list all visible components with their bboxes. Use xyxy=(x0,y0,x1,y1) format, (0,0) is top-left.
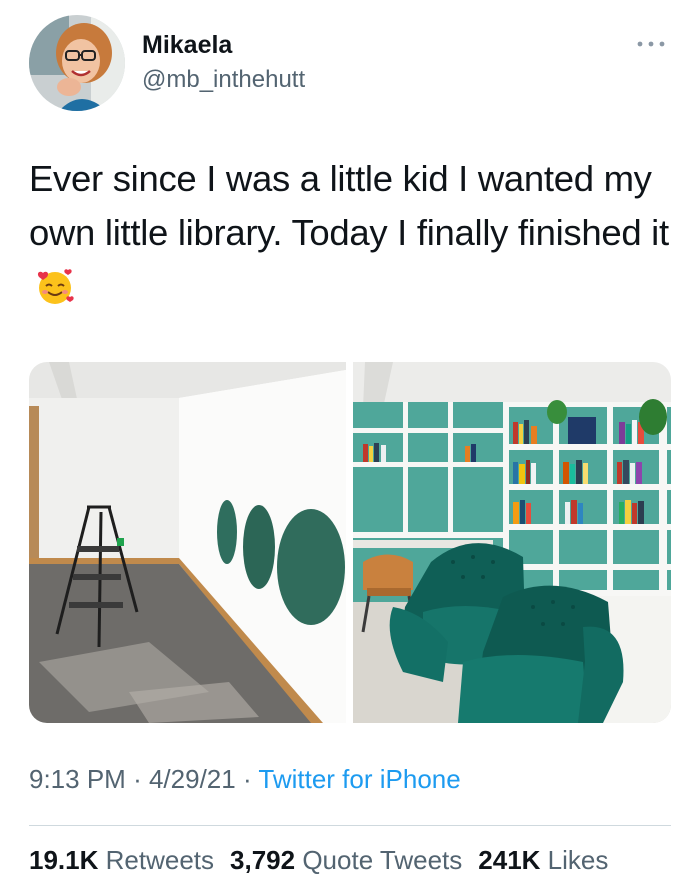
tweet-text: Ever since I was a little kid I wanted m… xyxy=(29,152,669,314)
retweets-label: Retweets xyxy=(105,845,215,875)
tweet-date[interactable]: 4/29/21 xyxy=(149,764,236,794)
smiling-face-with-hearts-icon xyxy=(35,267,75,307)
avatar-image xyxy=(29,15,125,111)
likes-label: Likes xyxy=(547,845,609,875)
more-options-icon[interactable] xyxy=(636,36,666,52)
meta-separator: · xyxy=(242,764,252,794)
retweets-count: 19.1K xyxy=(29,845,99,875)
tweet-stats: 19.1K Retweets 3,792 Quote Tweets 241K L… xyxy=(29,845,608,876)
quote-tweets-stat[interactable]: 3,792 Quote Tweets xyxy=(230,845,462,876)
tweet-meta: 9:13 PM · 4/29/21 · Twitter for iPhone xyxy=(29,764,461,795)
tweet-time[interactable]: 9:13 PM xyxy=(29,764,126,794)
likes-count: 241K xyxy=(478,845,541,875)
quote-tweets-label: Quote Tweets xyxy=(302,845,463,875)
author-handle[interactable]: @mb_inthehutt xyxy=(142,66,305,94)
meta-separator: · xyxy=(133,764,142,794)
finished-library-photo[interactable] xyxy=(353,362,671,723)
divider xyxy=(29,825,671,826)
author-display-name[interactable]: Mikaela xyxy=(142,31,232,60)
quote-tweets-count: 3,792 xyxy=(230,845,296,875)
avatar[interactable] xyxy=(29,15,125,111)
tweet-body: Ever since I was a little kid I wanted m… xyxy=(29,158,669,253)
empty-room-photo[interactable] xyxy=(29,362,346,723)
tweet-source-link[interactable]: Twitter for iPhone xyxy=(258,764,460,794)
tweet-media xyxy=(29,362,671,723)
likes-stat[interactable]: 241K Likes xyxy=(478,845,608,876)
retweets-stat[interactable]: 19.1K Retweets xyxy=(29,845,214,876)
